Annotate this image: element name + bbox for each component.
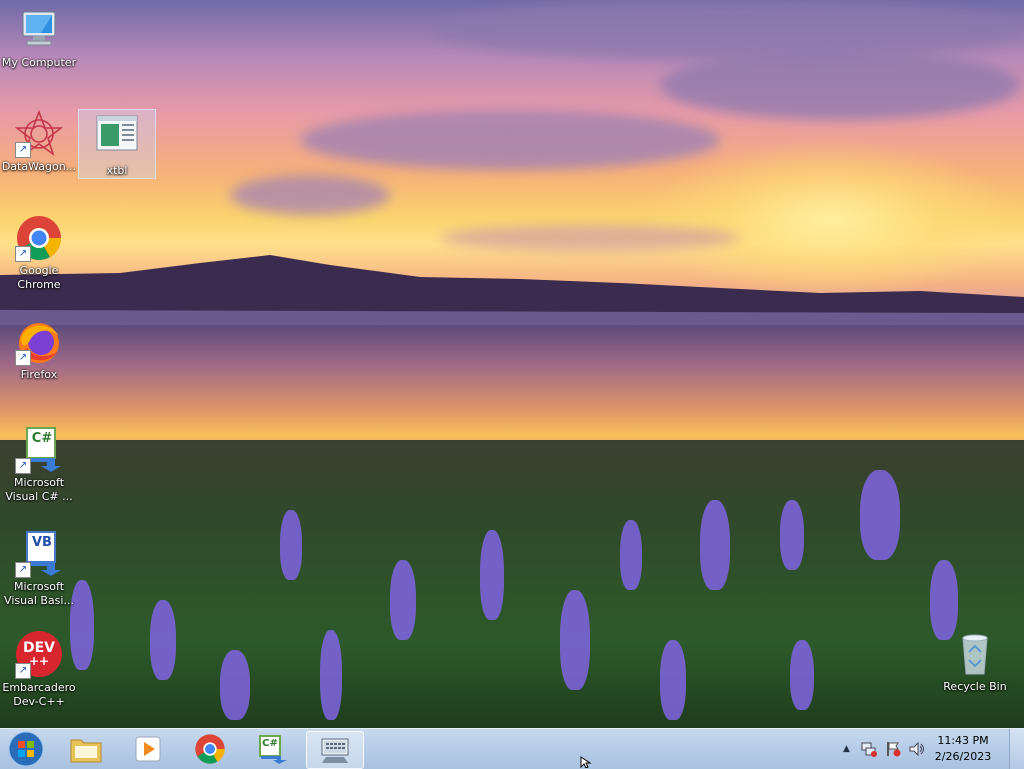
wallpaper-flower xyxy=(620,520,642,590)
chrome-icon xyxy=(195,734,225,764)
wallpaper-cloud xyxy=(300,110,720,170)
keyboard-icon xyxy=(321,738,349,763)
clock-date: 2/26/2023 xyxy=(934,750,992,763)
desktop-icon-label: Microsoft Visual C# ... xyxy=(5,476,73,503)
xtbl-icon xyxy=(93,114,141,162)
wallpaper-flower xyxy=(860,470,900,560)
network-icon[interactable] xyxy=(860,740,878,758)
recycle-bin-icon xyxy=(951,630,999,678)
shortcut-arrow-icon: ↗ xyxy=(15,246,31,262)
wallpaper-flower xyxy=(560,590,590,690)
taskbar: C# ▲ 11:43 PM 2/26/2023 xyxy=(0,728,1024,769)
wallpaper-flower xyxy=(930,560,958,640)
taskbar-chrome[interactable] xyxy=(182,731,238,767)
computer-icon xyxy=(15,6,63,54)
system-tray: ▲ xyxy=(843,729,926,769)
show-hidden-icons-button[interactable]: ▲ xyxy=(843,744,850,754)
wallpaper-flower xyxy=(220,650,250,720)
wallpaper-flower xyxy=(480,530,504,620)
desktop-icon-my-computer[interactable]: My Computer xyxy=(1,6,77,70)
media-player-icon xyxy=(135,736,161,762)
visual-csharp-icon: C# xyxy=(255,734,289,764)
vb-logo-text: VB xyxy=(32,535,52,550)
wallpaper-flower xyxy=(320,630,342,720)
desktop-icon-label: Microsoft Visual Basi... xyxy=(4,580,74,607)
desktop-icon-google-chrome[interactable]: ↗ Google Chrome xyxy=(1,214,77,292)
chrome-icon: ↗ xyxy=(15,214,63,262)
folder-icon xyxy=(70,739,102,763)
clock-time: 11:43 PM xyxy=(937,734,989,747)
desktop-icon-label: xtbl xyxy=(106,164,128,177)
wallpaper-flower xyxy=(150,600,176,680)
volume-icon[interactable] xyxy=(908,740,926,758)
desktop-icon-label: Recycle Bin xyxy=(943,680,1007,693)
windows-logo-icon xyxy=(8,731,44,767)
firefox-icon: ↗ xyxy=(15,318,63,366)
csharp-logo-text: C# xyxy=(262,738,278,749)
desktop-icon-label: DataWagon... xyxy=(1,160,77,173)
visual-csharp-icon: C# ↗ xyxy=(15,426,63,474)
desktop-icon-datawagon[interactable]: ↗ DataWagon... xyxy=(1,109,77,174)
desktop-icon-firefox[interactable]: ↗ Firefox xyxy=(1,318,77,382)
wallpaper-flower xyxy=(780,500,804,570)
wallpaper-mountains xyxy=(0,255,1024,330)
desktop-icon-devcpp[interactable]: DEV ++ ↗ Embarcadero Dev-C++ xyxy=(1,631,77,709)
wallpaper-cloud xyxy=(660,50,1020,120)
wallpaper-cloud xyxy=(230,175,390,215)
mouse-cursor-icon xyxy=(580,756,592,768)
visual-basic-icon: VB ↗ xyxy=(15,530,63,578)
wallpaper-flower xyxy=(790,640,814,710)
action-center-flag-icon[interactable] xyxy=(884,740,902,758)
shortcut-arrow-icon: ↗ xyxy=(15,142,31,158)
shortcut-arrow-icon: ↗ xyxy=(15,458,31,474)
desktop-icon-visual-csharp[interactable]: C# ↗ Microsoft Visual C# ... xyxy=(1,426,77,504)
show-desktop-button[interactable] xyxy=(1009,729,1024,769)
wallpaper-cloud xyxy=(430,0,1024,60)
devcpp-icon: DEV ++ ↗ xyxy=(15,631,63,679)
desktop-icon-label: Firefox xyxy=(20,368,58,381)
shortcut-arrow-icon: ↗ xyxy=(15,663,31,679)
desktop-icon-label: Embarcadero Dev-C++ xyxy=(2,681,76,708)
desktop-icon-visual-basic[interactable]: VB ↗ Microsoft Visual Basi... xyxy=(1,530,77,608)
taskbar-media-player[interactable] xyxy=(120,731,176,767)
wallpaper-flower xyxy=(700,500,730,590)
taskbar-clock[interactable]: 11:43 PM 2/26/2023 xyxy=(928,733,998,765)
csharp-logo-text: C# xyxy=(31,431,53,446)
desktop-icon-label: My Computer xyxy=(1,56,77,69)
devcpp-logo-plus: ++ xyxy=(28,654,50,668)
wallpaper-cloud xyxy=(440,225,740,251)
desktop-icon-label: Google Chrome xyxy=(17,264,61,291)
datawagon-icon: ↗ xyxy=(14,109,64,158)
start-button[interactable] xyxy=(6,731,46,767)
wallpaper-flower xyxy=(390,560,416,640)
taskbar-file-explorer[interactable] xyxy=(58,731,114,767)
taskbar-on-screen-keyboard[interactable] xyxy=(306,731,364,769)
shortcut-arrow-icon: ↗ xyxy=(15,350,31,366)
wallpaper-flower xyxy=(280,510,302,580)
desktop-icon-xtbl[interactable]: xtbl xyxy=(78,109,156,179)
desktop-icon-recycle-bin[interactable]: Recycle Bin xyxy=(937,630,1013,694)
shortcut-arrow-icon: ↗ xyxy=(15,562,31,578)
wallpaper-flower xyxy=(660,640,686,720)
taskbar-visual-csharp[interactable]: C# xyxy=(244,731,300,767)
devcpp-logo-text: DEV xyxy=(22,640,56,656)
